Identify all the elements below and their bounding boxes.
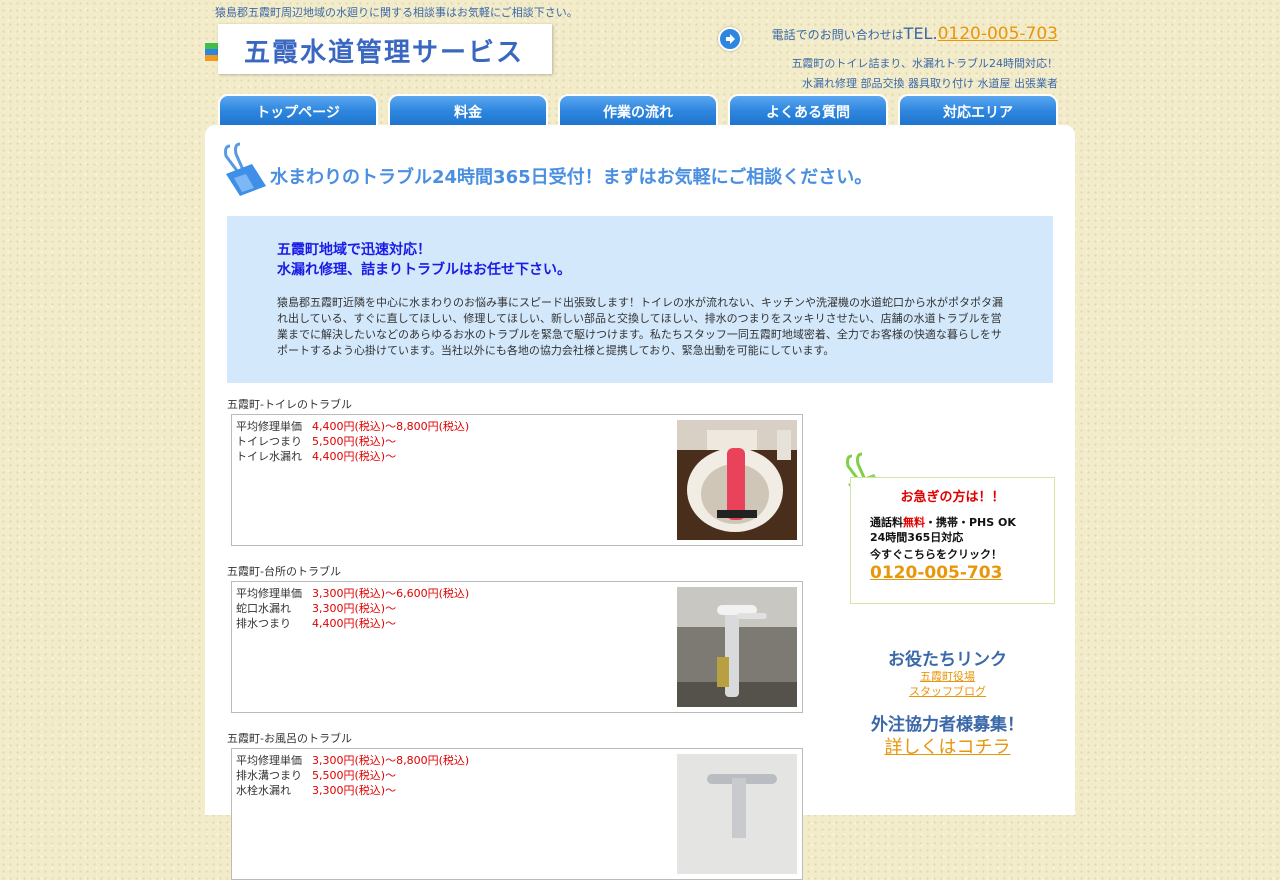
contact-phone: 電話でのお問い合わせはTEL.0120-005-703 xyxy=(772,24,1058,44)
price-card-kitchen: 平均修理単価 3,300円(税込)～6,600円(税込) 蛇口水漏れ 3,300円(… xyxy=(231,581,803,713)
intro-heading: 五霞町地域で迅速対応！ 水漏れ修理、詰まりトラブルはお任せ下さい。 xyxy=(277,240,571,280)
price-card-toilet: 平均修理単価 4,400円(税込)～8,800円(税込) トイレつまり 5,500円… xyxy=(231,414,803,546)
click-here-text: 今すぐこちらをクリック！ xyxy=(870,548,1002,561)
price-label: 排水溝つまり xyxy=(236,769,302,782)
header-tagline: 猿島郡五霞町周辺地域の水廻りに関する相談事はお気軽にご相談下さい。 xyxy=(215,6,578,19)
table-row: 平均修理単価 3,300円(税込)～8,800円(税込) xyxy=(236,754,479,769)
urgent-contact-box: お急ぎの方は！！ 通話料無料・携帯・PHS OK 24時間365日対応 今すぐこ… xyxy=(850,477,1055,604)
price-card-bath: 平均修理単価 3,300円(税込)～8,800円(税込) 排水溝つまり 5,500円… xyxy=(231,748,803,880)
price-label: 平均修理単価 xyxy=(236,587,302,600)
price-table: 平均修理単価 4,400円(税込)～8,800円(税込) トイレつまり 5,500円… xyxy=(236,420,479,465)
table-row: 水栓水漏れ 3,300円(税込)～ xyxy=(236,784,479,799)
toilet-photo xyxy=(677,420,797,540)
price-label: 平均修理単価 xyxy=(236,420,302,433)
nav-tab-price[interactable]: 料金 xyxy=(388,94,548,126)
link-staff-blog[interactable]: スタッフブログ xyxy=(850,683,1045,699)
price-table: 平均修理単価 3,300円(税込)～6,600円(税込) 蛇口水漏れ 3,300円(… xyxy=(236,587,479,632)
intro-box: 五霞町地域で迅速対応！ 水漏れ修理、詰まりトラブルはお任せ下さい。 猿島郡五霞町… xyxy=(227,216,1053,383)
table-row: トイレ水漏れ 4,400円(税込)～ xyxy=(236,450,479,465)
price-value: 4,400円(税込)～8,800円(税込) xyxy=(312,420,470,433)
price-label: 水栓水漏れ xyxy=(236,784,291,797)
header-subinfo-2: 水漏れ修理 部品交換 器具取り付け 水道屋 出張業者 xyxy=(802,77,1058,90)
price-value: 3,300円(税込)～ xyxy=(312,784,397,797)
price-label: 排水つまり xyxy=(236,617,291,630)
intro-text: 猿島郡五霞町近隣を中心に水まわりのお悩み事にスピード出張致します！トイレの水が流… xyxy=(277,296,1003,357)
price-label: 平均修理単価 xyxy=(236,754,302,767)
price-value: 5,500円(税込)～ xyxy=(312,769,397,782)
price-value: 3,300円(税込)～6,600円(税込) xyxy=(312,587,470,600)
price-value: 4,400円(税込)～ xyxy=(312,450,397,463)
bath-photo xyxy=(677,754,797,874)
binder-clip-icon xyxy=(224,142,266,196)
nav-tab-area[interactable]: 対応エリア xyxy=(898,94,1058,126)
table-row: 排水つまり 4,400円(税込)～ xyxy=(236,617,479,632)
urgent-title: お急ぎの方は！！ xyxy=(900,490,1005,505)
price-label: 蛇口水漏れ xyxy=(236,602,291,615)
price-label: トイレ水漏れ xyxy=(236,450,302,463)
call-free: 無料 xyxy=(903,516,925,529)
sidebar-phone-link[interactable]: 0120-005-703 xyxy=(870,563,1002,583)
table-row: 平均修理単価 4,400円(税込)～8,800円(税込) xyxy=(236,420,479,435)
intro-heading-line2: 水漏れ修理、詰まりトラブルはお任せ下さい。 xyxy=(277,262,571,278)
section-title-kitchen: 五霞町-台所のトラブル xyxy=(227,565,341,578)
intro-heading-line1: 五霞町地域で迅速対応！ xyxy=(277,242,431,258)
section-title-bath: 五霞町-お風呂のトラブル xyxy=(227,732,352,745)
call-prefix: 通話料 xyxy=(870,516,903,529)
table-row: 蛇口水漏れ 3,300円(税込)～ xyxy=(236,602,479,617)
partner-recruit-title: 外注協力者様募集！ xyxy=(871,715,1024,735)
partner-details-link[interactable]: 詳しくはコチラ xyxy=(850,733,1045,759)
price-label: トイレつまり xyxy=(236,435,302,448)
link-town-office[interactable]: 五霞町役場 xyxy=(850,668,1045,684)
table-row: 排水溝つまり 5,500円(税込)～ xyxy=(236,769,479,784)
main-nav: トップページ 料金 作業の流れ よくある質問 対応エリア xyxy=(218,94,1063,126)
price-table: 平均修理単価 3,300円(税込)～8,800円(税込) 排水溝つまり 5,500円… xyxy=(236,754,479,799)
arrow-right-icon xyxy=(718,27,742,51)
nav-tab-faq[interactable]: よくある質問 xyxy=(728,94,888,126)
faucet-photo xyxy=(677,587,797,707)
price-value: 4,400円(税込)～ xyxy=(312,617,397,630)
call-suffix: ・携帯・PHS OK xyxy=(925,516,1016,529)
tel-label: TEL. xyxy=(903,24,938,43)
nav-tab-top[interactable]: トップページ xyxy=(218,94,378,126)
page-headline: 水まわりのトラブル24時間365日受付！まずはお気軽にご相談ください。 xyxy=(270,167,873,188)
nav-tab-workflow[interactable]: 作業の流れ xyxy=(558,94,718,126)
call-free-line: 通話料無料・携帯・PHS OK xyxy=(870,514,1016,530)
logo-text: 五霞水道管理サービス xyxy=(244,38,525,68)
table-row: トイレつまり 5,500円(税込)～ xyxy=(236,435,479,450)
hours-text: 24時間365日対応 xyxy=(870,531,964,544)
contact-prefix: 電話でのお問い合わせは xyxy=(771,28,904,42)
price-value: 3,300円(税込)～ xyxy=(312,602,397,615)
price-value: 3,300円(税込)～8,800円(税込) xyxy=(312,754,470,767)
useful-links-title: お役たちリンク xyxy=(888,650,1007,670)
header-phone-link[interactable]: 0120-005-703 xyxy=(938,24,1058,44)
header-subinfo-1: 五霞町のトイレ詰まり、水漏れトラブル24時間対応！ xyxy=(791,57,1058,70)
section-title-toilet: 五霞町-トイレのトラブル xyxy=(227,398,352,411)
table-row: 平均修理単価 3,300円(税込)～6,600円(税込) xyxy=(236,587,479,602)
site-logo[interactable]: 五霞水道管理サービス xyxy=(218,24,552,74)
price-value: 5,500円(税込)～ xyxy=(312,435,397,448)
